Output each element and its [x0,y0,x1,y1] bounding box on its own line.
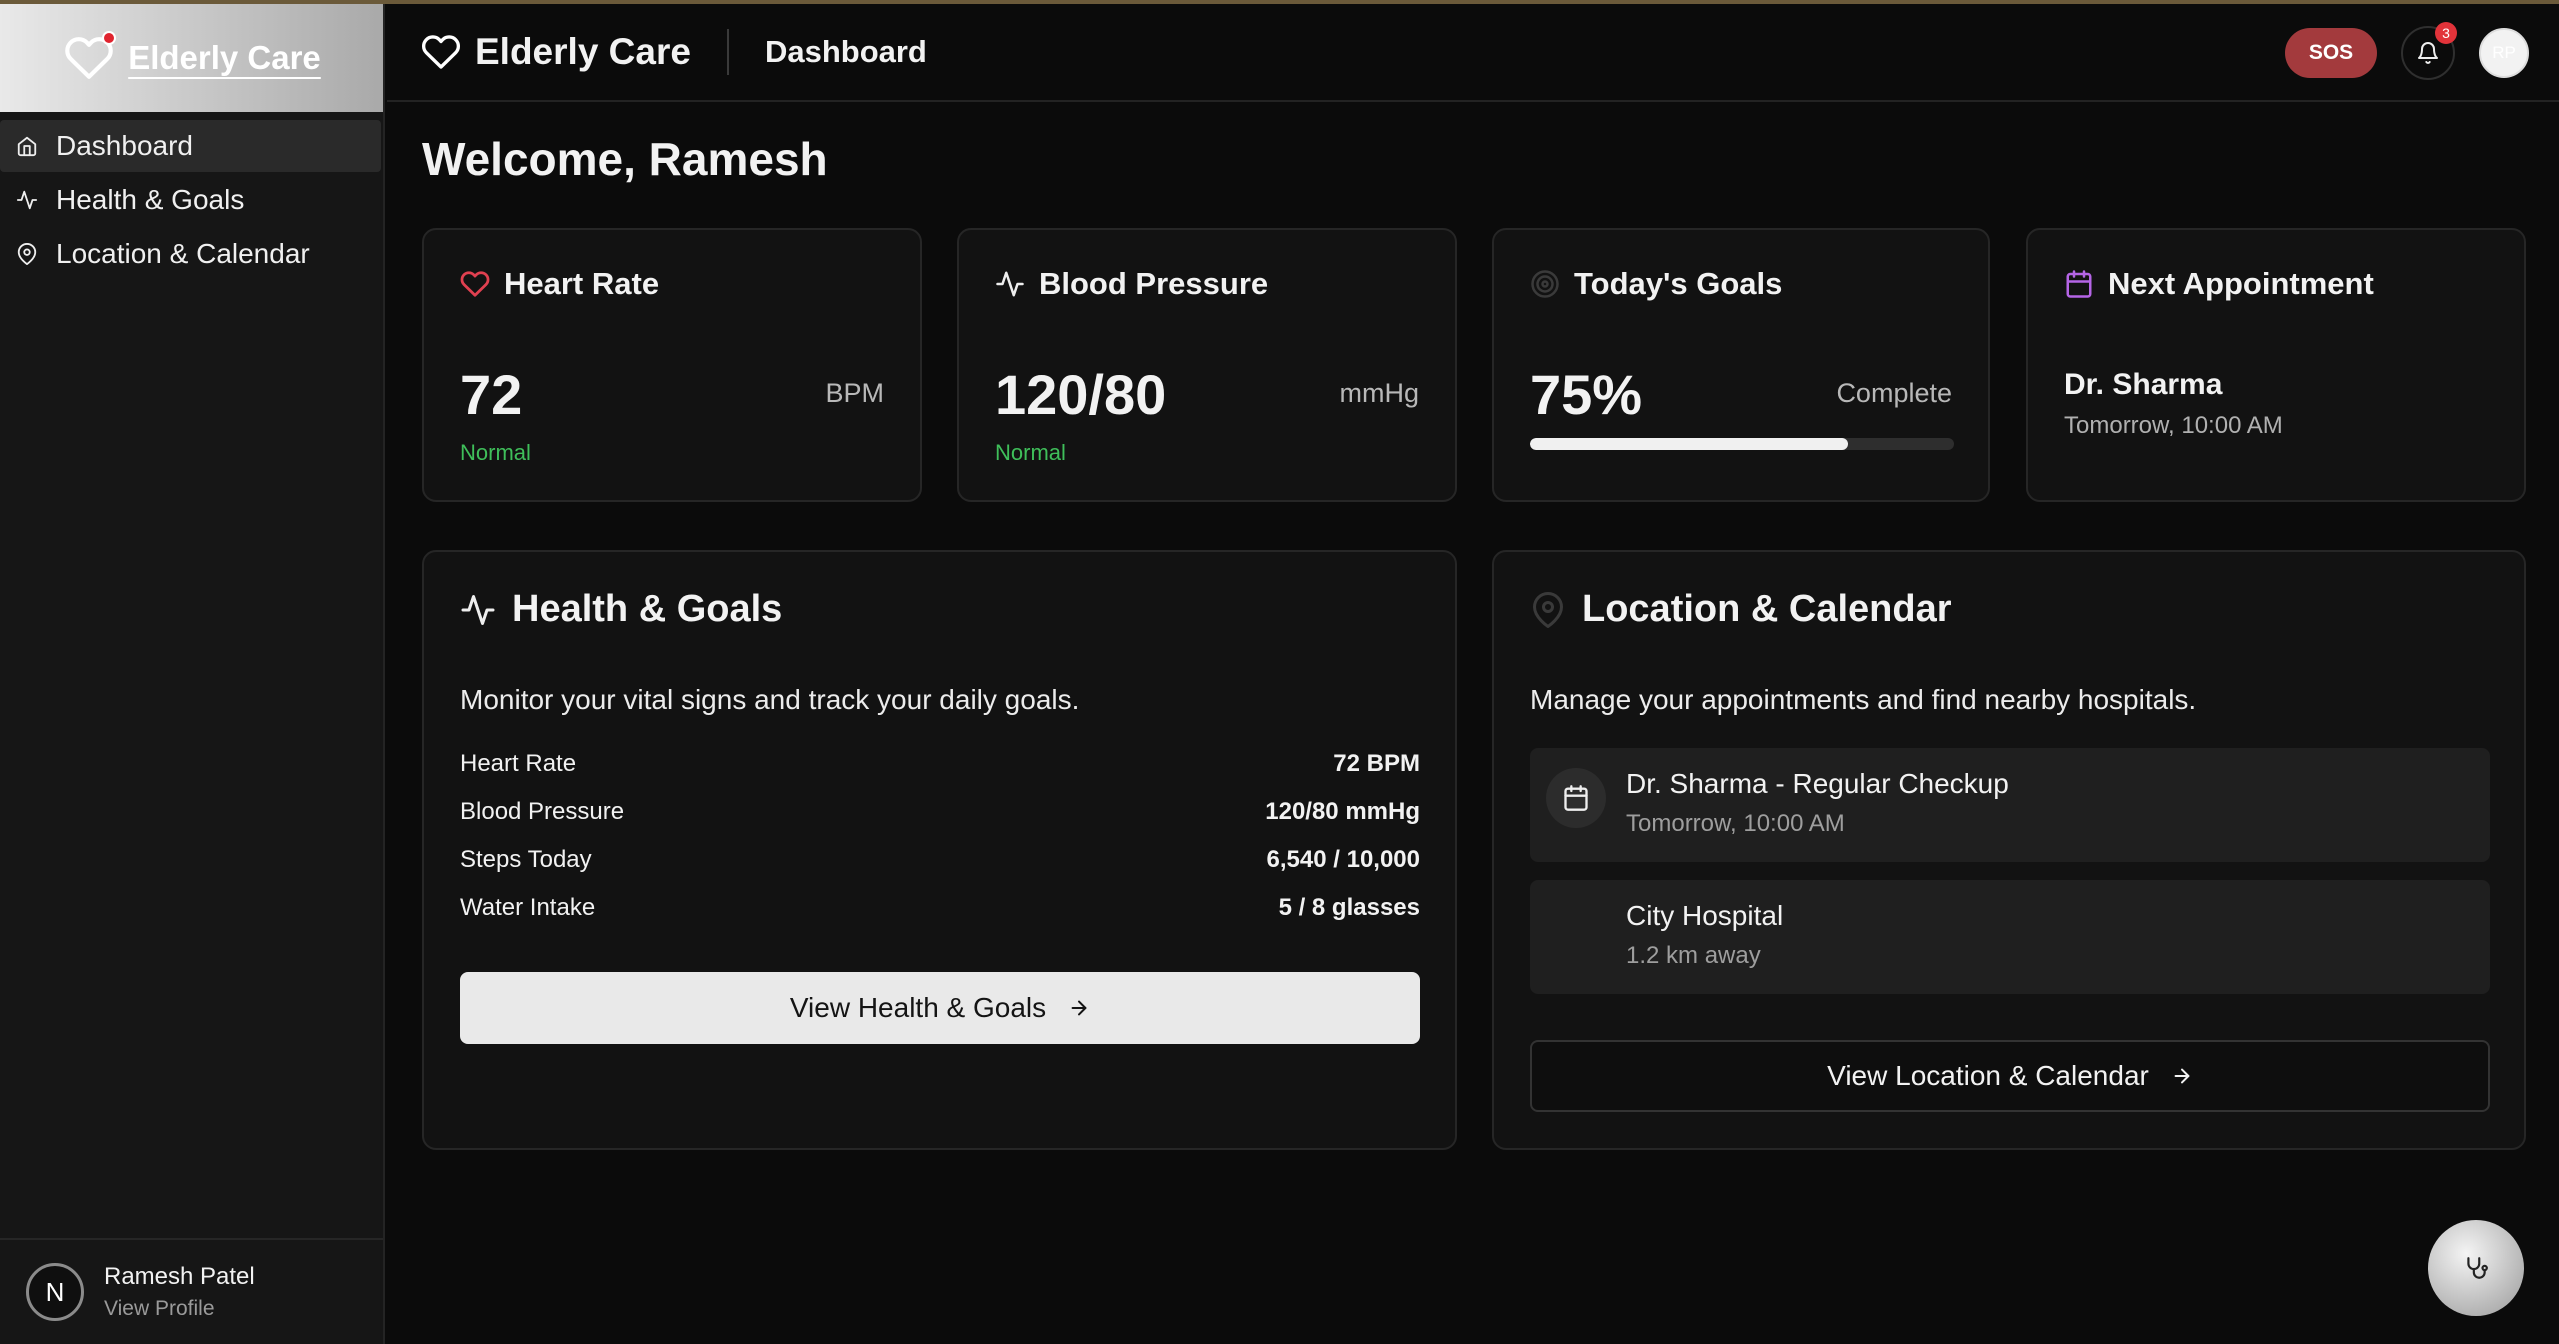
welcome-heading: Welcome, Ramesh [422,133,828,185]
appointment-time: Tomorrow, 10:00 AM [2064,412,2283,439]
heart-icon [421,35,461,69]
stethoscope-icon [2467,1257,2488,1279]
stethoscope-fab-button[interactable] [2428,1220,2524,1316]
goals-complete-label: Complete [1836,378,1952,408]
card-title: Heart Rate [504,266,660,301]
goals-progress-fill [1530,438,1848,450]
health-goals-card: Health & Goals Monitor your vital signs … [422,550,1457,1150]
card-title: Today's Goals [1574,266,1783,301]
goals-progress-bar [1530,438,1954,450]
header-divider [726,29,729,75]
metric-value: 6,540 / 10,000 [1266,846,1420,873]
appointment-list-item[interactable]: Dr. Sharma - Regular Checkup Tomorrow, 1… [1530,748,2490,862]
heart-logo-icon [62,31,117,85]
target-icon [1531,270,1559,298]
sidebar-item-location-calendar[interactable]: Location & Calendar [0,228,383,280]
blood-pressure-card[interactable]: Blood Pressure 120/80 mmHg Normal [957,228,1457,502]
activity-icon [16,190,38,210]
card-title: Location & Calendar [1582,588,1952,630]
card-title: Health & Goals [512,588,783,630]
card-title: Next Appointment [2108,266,2374,301]
user-avatar: N [26,1263,84,1321]
location-calendar-card: Location & Calendar Manage your appointm… [1492,550,2526,1150]
card-title: Blood Pressure [1039,266,1269,301]
heart-rate-card[interactable]: Heart Rate 72 BPM Normal [422,228,922,502]
goals-percent-value: 75% [1530,363,1643,426]
heart-rate-unit: BPM [825,378,884,408]
view-profile-link[interactable]: View Profile [104,1297,255,1321]
page-title: Dashboard [764,34,927,69]
list-item-subtitle: 1.2 km away [1626,942,1761,969]
user-profile[interactable]: N Ramesh Patel View Profile [0,1238,383,1344]
sidebar-nav: Dashboard Health & Goals Location & Cale… [0,112,383,280]
card-description: Monitor your vital signs and track your … [460,684,1080,715]
heart-rate-status: Normal [460,440,531,465]
top-header: Elderly Care Dashboard SOS 3 RP [387,4,2559,102]
map-pin-icon [17,243,37,265]
metric-row: Heart Rate 72 BPM [460,750,1420,778]
blood-pressure-value: 120/80 [995,363,1167,426]
list-item-title: Dr. Sharma - Regular Checkup [1626,768,2009,799]
metric-label: Blood Pressure [460,798,625,825]
calendar-icon [2066,270,2092,298]
button-label: View Health & Goals [789,992,1047,1023]
notifications-button[interactable]: 3 [2401,22,2457,80]
sidebar-item-label: Location & Calendar [56,238,310,269]
hospital-list-item[interactable]: City Hospital 1.2 km away [1530,880,2490,994]
view-health-goals-button[interactable]: View Health & Goals [460,972,1420,1044]
arrow-right-icon [2174,1068,2190,1084]
list-item-subtitle: Tomorrow, 10:00 AM [1626,810,1845,837]
header-actions: SOS 3 RP [2285,22,2529,80]
next-appointment-card[interactable]: Next Appointment Dr. Sharma Tomorrow, 10… [2026,228,2526,502]
user-name: Ramesh Patel [104,1263,255,1290]
card-description: Manage your appointments and find nearby… [1530,684,2197,715]
metric-label: Heart Rate [460,750,577,777]
metric-row: Water Intake 5 / 8 glasses [460,894,1420,922]
metric-row: Steps Today 6,540 / 10,000 [460,846,1420,874]
view-location-calendar-button[interactable]: View Location & Calendar [1530,1040,2490,1112]
arrow-right-icon [1071,1000,1087,1016]
sidebar-item-dashboard[interactable]: Dashboard [0,120,381,172]
header-brand-name: Elderly Care [475,31,691,72]
calendar-icon [1546,768,1606,828]
metric-label: Steps Today [460,846,592,873]
home-icon [17,136,37,157]
appointment-doctor: Dr. Sharma [2064,368,2223,401]
heart-icon [460,271,490,297]
metric-label: Water Intake [460,894,596,921]
metric-value: 120/80 mmHg [1265,798,1420,825]
activity-icon [996,271,1024,297]
bell-icon [2418,42,2438,64]
metric-row: Blood Pressure 120/80 mmHg [460,798,1420,826]
sidebar: Elderly Care Dashboard Health & Goals Lo… [0,4,385,1344]
header-brand[interactable]: Elderly Care [387,29,691,75]
map-pin-icon [1533,591,1563,628]
sos-button[interactable]: SOS [2285,28,2377,78]
sidebar-item-health-goals[interactable]: Health & Goals [0,174,383,226]
blood-pressure-status: Normal [995,440,1066,465]
sidebar-item-label: Dashboard [56,130,193,161]
notification-count-badge: 3 [2435,22,2457,44]
blood-pressure-unit: mmHg [1339,378,1420,408]
brand-name: Elderly Care [128,39,321,76]
todays-goals-card[interactable]: Today's Goals 75% Complete [1492,228,1990,502]
metric-value: 72 BPM [1333,750,1420,777]
heart-rate-value: 72 [460,363,523,426]
metric-value: 5 / 8 glasses [1278,894,1420,921]
button-label: View Location & Calendar [1827,1060,2149,1091]
list-item-title: City Hospital [1626,900,1784,931]
sidebar-item-label: Health & Goals [56,184,245,215]
avatar[interactable]: RP [2479,28,2529,78]
activity-icon [461,594,495,625]
sidebar-brand[interactable]: Elderly Care [0,4,383,112]
